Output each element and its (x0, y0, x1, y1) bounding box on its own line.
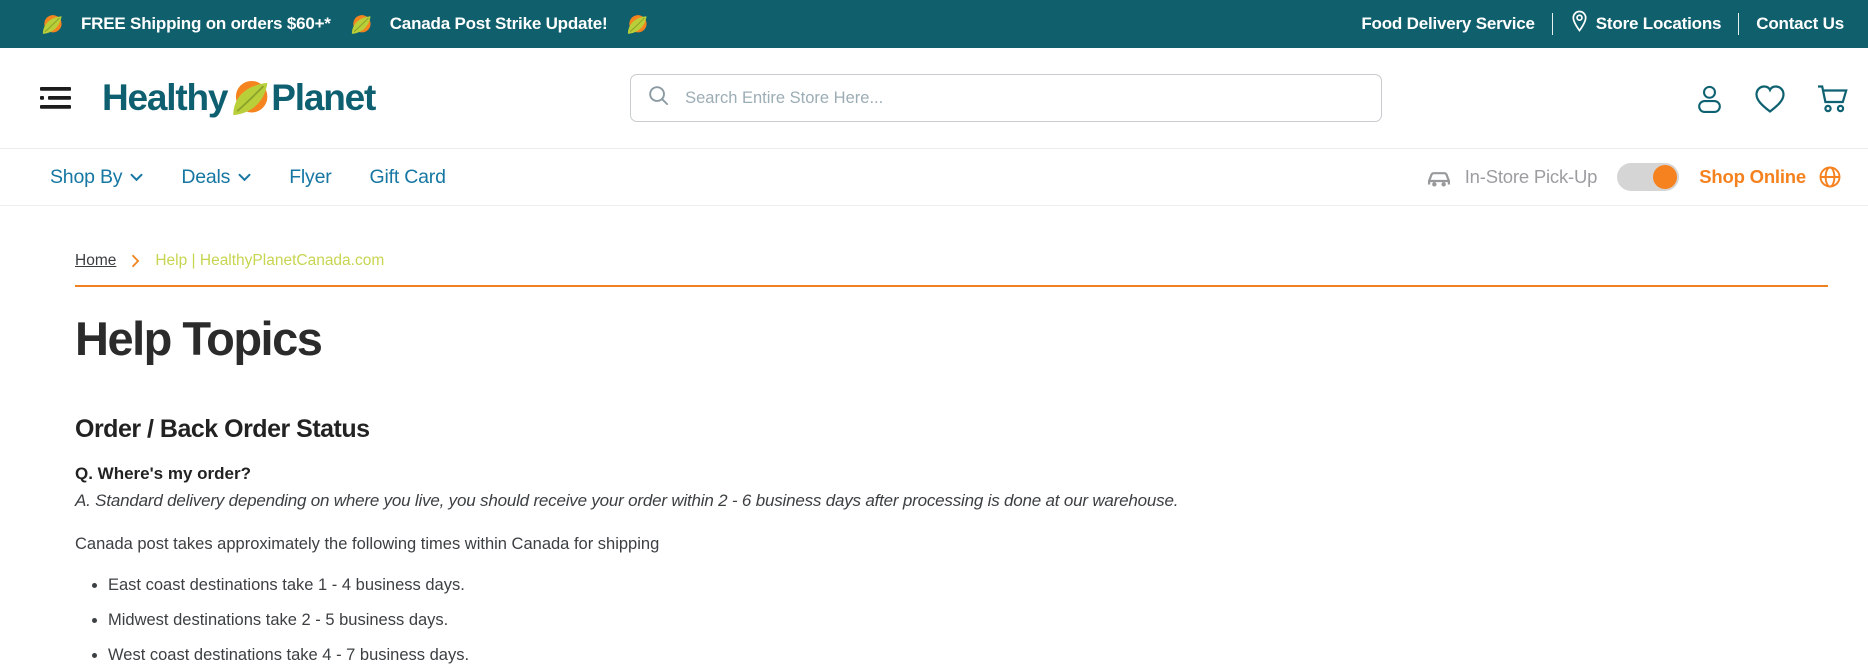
fulfillment-toggle-group: In-Store Pick-Up Shop Online (1425, 163, 1842, 191)
search-input[interactable] (683, 87, 1366, 109)
logo-leaf-icon (227, 77, 271, 119)
shop-mode-toggle[interactable] (1617, 163, 1680, 191)
list-item: West coast destinations take 4 - 7 busin… (108, 646, 1868, 665)
logo-text-healthy: Healthy (102, 77, 228, 118)
leaf-icon (625, 13, 648, 36)
nav-item-flyer[interactable]: Flyer (289, 165, 332, 189)
in-store-pickup-label[interactable]: In-Store Pick-Up (1465, 166, 1598, 188)
page-content: Home Help | HealthyPlanetCanada.com Help… (0, 206, 1868, 665)
leaf-icon (40, 13, 63, 36)
food-delivery-link[interactable]: Food Delivery Service (1361, 14, 1535, 34)
nav-label: Shop By (50, 165, 123, 188)
top-promo-bar: FREE Shipping on orders $60+* Canada Pos… (0, 0, 1868, 48)
search-container (630, 74, 1383, 122)
shipping-times-list: East coast destinations take 1 - 4 busin… (88, 576, 1868, 665)
main-nav: Shop By Deals Flyer Gift Card In-Store P… (0, 148, 1868, 206)
store-locations-label: Store Locations (1595, 14, 1722, 33)
leaf-icon (349, 13, 372, 36)
nav-label: Gift Card (369, 165, 446, 188)
site-header: Healthy Planet (0, 48, 1868, 148)
promo-group: FREE Shipping on orders $60+* Canada Pos… (40, 13, 648, 36)
list-item: Midwest destinations take 2 - 5 business… (108, 611, 1868, 630)
logo[interactable]: Healthy Planet (102, 77, 376, 119)
list-item: East coast destinations take 1 - 4 busin… (108, 576, 1868, 595)
promo-free-shipping[interactable]: FREE Shipping on orders $60+* (81, 14, 331, 34)
nav-item-shop-by[interactable]: Shop By (50, 166, 143, 189)
shop-online-label[interactable]: Shop Online (1699, 166, 1806, 188)
page-title: Help Topics (75, 312, 323, 365)
faq-question: Q. Where's my order? (75, 463, 251, 483)
logo-text-planet: Planet (271, 77, 376, 118)
wishlist-heart-icon[interactable] (1753, 83, 1787, 114)
car-icon (1425, 167, 1453, 188)
promo-canada-post[interactable]: Canada Post Strike Update! (390, 14, 608, 34)
breadcrumb-home-link[interactable]: Home (75, 252, 116, 270)
nav-item-gift-card[interactable]: Gift Card (370, 166, 446, 189)
top-utility-links: Food Delivery Service Store Locations Co… (1361, 10, 1844, 38)
account-icon[interactable] (1693, 82, 1726, 115)
search-icon (647, 84, 670, 112)
nav-item-deals[interactable]: Deals (181, 166, 251, 189)
nav-links: Shop By Deals Flyer Gift Card (50, 166, 446, 189)
breadcrumb-current: Help | HealthyPlanetCanada.com (155, 252, 385, 269)
section-title: Order / Back Order Status (75, 414, 370, 443)
hamburger-menu-icon[interactable] (40, 86, 72, 110)
shipping-intro: Canada post takes approximately the foll… (75, 534, 660, 553)
search-box[interactable] (630, 74, 1383, 122)
toggle-knob (1653, 165, 1678, 189)
chevron-down-icon (238, 173, 251, 181)
divider (1738, 13, 1740, 35)
location-pin-icon (1570, 10, 1589, 38)
orange-divider (75, 285, 1828, 287)
chevron-right-icon (132, 254, 140, 268)
faq-answer: A. Standard delivery depending on where … (75, 490, 1179, 510)
nav-label: Deals (181, 165, 231, 188)
store-locations-link[interactable]: Store Locations (1570, 10, 1721, 38)
breadcrumb: Home Help | HealthyPlanetCanada.com (0, 206, 1868, 285)
nav-label: Flyer (289, 165, 332, 188)
divider (1551, 13, 1553, 35)
header-action-icons (1693, 82, 1850, 115)
cart-icon[interactable] (1814, 82, 1850, 114)
globe-icon (1818, 165, 1842, 189)
chevron-down-icon (130, 173, 143, 181)
contact-us-link[interactable]: Contact Us (1756, 14, 1844, 34)
